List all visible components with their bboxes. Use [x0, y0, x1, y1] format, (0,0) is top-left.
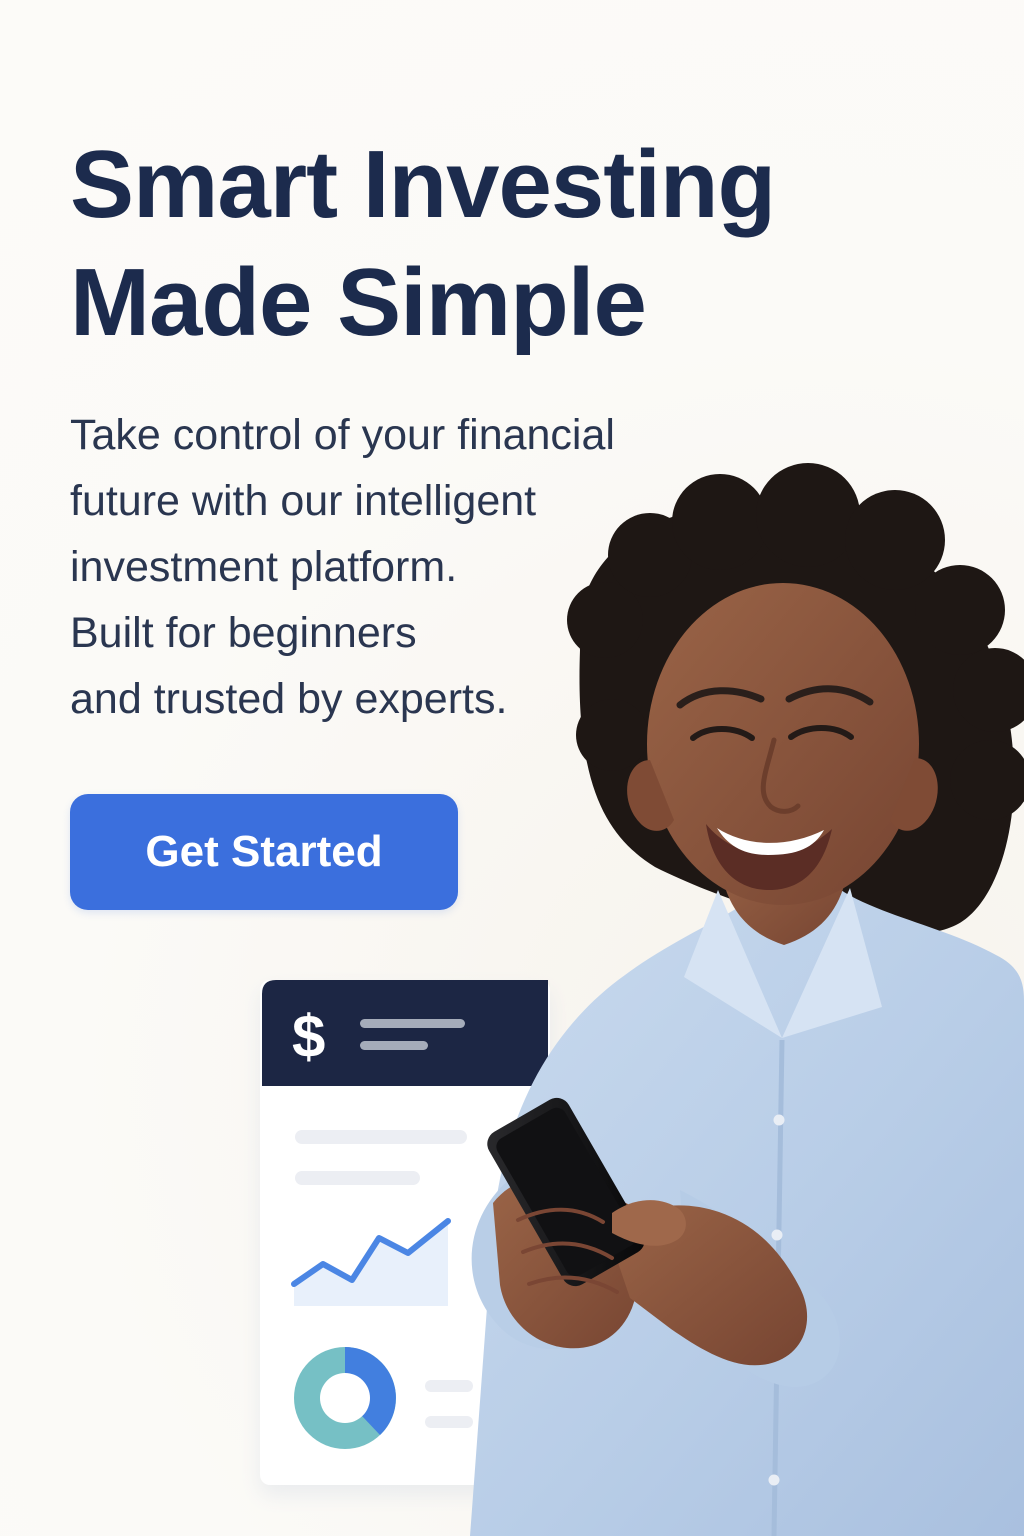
get-started-button[interactable]: Get Started — [70, 794, 458, 910]
hair-curl-5 — [845, 490, 945, 590]
hair-curl-4 — [756, 463, 860, 567]
page-title: Smart Investing Made Simple — [70, 126, 930, 362]
description-line-3: investment platform. — [70, 543, 458, 591]
donut-chart-icon — [294, 1347, 396, 1449]
title-line-1: Smart Investing — [70, 131, 776, 238]
hero-description: Take control of your financial future wi… — [70, 402, 690, 732]
card-text-line-1 — [295, 1130, 467, 1144]
header-line-secondary — [360, 1041, 428, 1050]
description-line-5: and trusted by experts. — [70, 675, 508, 723]
description-line-2: future with our intelligent — [70, 477, 537, 525]
landing-page: $ Smart Investing Made Simple Take contr… — [0, 0, 1024, 1536]
hair-curl-6 — [915, 565, 1005, 655]
title-line-2: Made Simple — [70, 249, 647, 356]
card-text-line-2 — [295, 1171, 420, 1185]
donut-legend-line-2 — [425, 1416, 473, 1428]
shirt-button-1 — [773, 1114, 785, 1126]
header-line-primary — [360, 1019, 465, 1028]
description-line-4: Built for beginners — [70, 609, 417, 657]
donut-legend-line-1 — [425, 1380, 473, 1392]
shirt-button-2 — [771, 1229, 783, 1241]
dollar-icon: $ — [292, 1003, 325, 1070]
description-line-1: Take control of your financial — [70, 411, 615, 459]
shirt-button-4 — [768, 1474, 780, 1486]
